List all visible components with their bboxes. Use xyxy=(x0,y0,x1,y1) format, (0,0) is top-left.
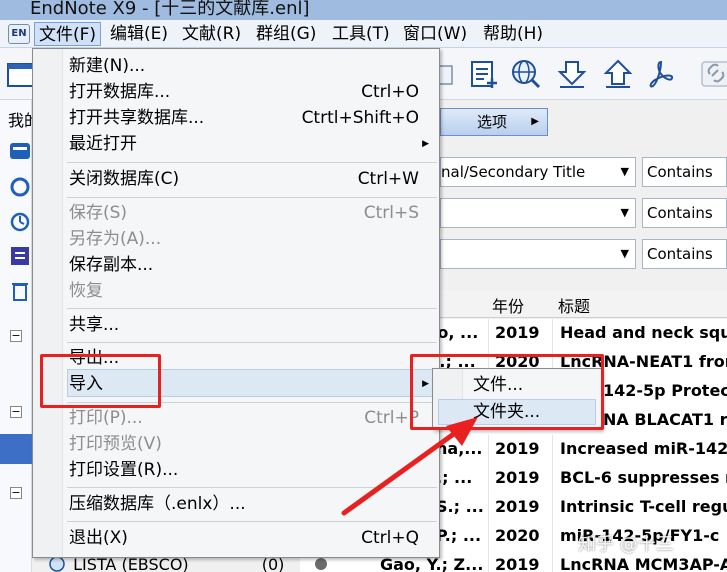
search-condition-select-3[interactable]: Contains xyxy=(642,239,727,269)
shortcut-save: Ctrl+S xyxy=(363,203,419,223)
all-references-icon[interactable] xyxy=(9,140,31,162)
window-title: EndNote X9 - [十三的文献库.enl] xyxy=(30,0,310,19)
selected-group-row[interactable] xyxy=(0,434,32,464)
chevron-down-icon: ▼ xyxy=(620,165,629,178)
search-condition-select-2[interactable]: Contains xyxy=(642,198,727,228)
year-cell: 2019 xyxy=(495,555,540,572)
author-cell: na,... xyxy=(436,439,483,458)
column-header-year[interactable]: 年份 xyxy=(492,293,524,317)
menu-item-print: 打印(P)... xyxy=(69,408,143,428)
title-cell: Intrinsic T-cell regul xyxy=(560,497,727,516)
menu-item-print-preview: 打印预览(V) xyxy=(69,434,162,454)
title-cell: Increased miR-142-3 xyxy=(560,439,727,458)
author-cell: .; ... xyxy=(436,468,473,487)
search-condition-select-1[interactable]: Contains xyxy=(642,157,727,187)
menu-item-open-library[interactable]: 打开数据库... xyxy=(69,79,170,105)
search-field-select-2[interactable]: ▼ xyxy=(440,198,636,228)
menu-item-open-shared-library[interactable]: 打开共享数据库... xyxy=(69,105,204,131)
menu-help[interactable]: 帮助(H) xyxy=(479,22,547,46)
menu-item-open-recent[interactable]: 最近打开 xyxy=(69,131,137,157)
title-bar: EndNote X9 - [十三的文献库.enl] xyxy=(0,0,727,20)
year-cell: 2019 xyxy=(495,468,540,487)
search-field-select-3[interactable]: ▼ xyxy=(440,239,636,269)
author-cell: P.; ... xyxy=(436,526,482,545)
year-cell: 2019 xyxy=(495,323,540,342)
sync-status-icon[interactable] xyxy=(9,176,31,198)
recently-added-icon[interactable] xyxy=(9,211,31,233)
menu-item-share[interactable]: 共享... xyxy=(69,312,119,338)
title-cell: LncRNA MCM3AP-A xyxy=(560,555,727,572)
menu-file[interactable]: 文件(F) xyxy=(34,22,102,46)
menu-item-save: 保存(S) xyxy=(69,203,128,223)
chevron-right-icon: ▶ xyxy=(531,116,539,127)
annotation-box-submenu xyxy=(410,354,604,430)
shortcut-open-library: Ctrl+O xyxy=(361,82,419,102)
menu-item-print-setup[interactable]: 打印设置(R)... xyxy=(69,457,178,483)
link-icon[interactable] xyxy=(700,58,727,90)
menu-item-compress-library[interactable]: 压缩数据库（.enlx）... xyxy=(69,491,246,517)
year-cell: 2019 xyxy=(495,497,540,516)
title-cell: NA BLACAT1 r xyxy=(603,410,727,429)
file-menu-dropdown: 新建(N)... 打开数据库... Ctrl+O 打开共享数据库... Ctrt… xyxy=(32,48,440,558)
shortcut-exit: Ctrl+Q xyxy=(361,528,419,548)
unfiled-icon[interactable] xyxy=(9,245,31,267)
menu-references[interactable]: 文献(R) xyxy=(178,22,245,46)
tree-collapse-icon[interactable]: − xyxy=(10,330,22,342)
menu-item-revert: 恢复 xyxy=(69,281,103,301)
search-field-value: nal/Secondary Title xyxy=(441,163,586,181)
title-cell: 142-5p Protect xyxy=(603,381,727,400)
status-dot-icon xyxy=(315,558,327,570)
import-download-icon[interactable] xyxy=(556,58,588,90)
trash-icon[interactable] xyxy=(9,280,31,302)
year-cell: 2020 xyxy=(495,526,540,545)
annotation-box-import xyxy=(40,354,161,408)
menu-item-close-library[interactable]: 关闭数据库(C) xyxy=(69,166,179,192)
shortcut-open-shared-library: Ctrtl+Shift+O xyxy=(301,108,419,128)
menu-item-save-as: 另存为(A)... xyxy=(69,229,162,249)
chevron-down-icon: ▼ xyxy=(620,206,629,219)
title-cell: BCL-6 suppresses m xyxy=(560,468,727,487)
globe-icon xyxy=(48,556,68,572)
menu-tools[interactable]: 工具(T) xyxy=(328,22,394,46)
menu-item-exit[interactable]: 退出(X) xyxy=(69,525,128,551)
menu-groups[interactable]: 群组(G) xyxy=(252,22,320,46)
menu-window[interactable]: 窗口(W) xyxy=(399,22,471,46)
export-upload-icon[interactable] xyxy=(602,58,634,90)
options-button[interactable]: 选项 ▶ xyxy=(440,108,548,136)
title-cell: Head and neck squa xyxy=(560,323,727,342)
tree-collapse-icon[interactable]: − xyxy=(10,487,22,499)
options-button-label: 选项 xyxy=(477,113,508,131)
endnote-app-icon[interactable]: EN xyxy=(8,24,30,44)
menu-item-save-copy[interactable]: 保存副本... xyxy=(69,252,153,278)
menu-edit[interactable]: 编辑(E) xyxy=(106,22,172,46)
author-cell: S.; ... xyxy=(436,497,484,516)
search-field-select-1[interactable]: nal/Secondary Title ▼ xyxy=(440,157,636,187)
year-cell: 2019 xyxy=(495,439,540,458)
reference-table-header: 年份 标题 xyxy=(440,290,727,318)
find-full-text-pdf-icon[interactable] xyxy=(645,58,677,90)
column-header-title[interactable]: 标题 xyxy=(558,293,590,317)
tree-collapse-icon[interactable]: − xyxy=(10,406,22,418)
shortcut-close-library: Ctrl+W xyxy=(357,169,419,189)
menu-item-new[interactable]: 新建(N)... xyxy=(69,53,145,79)
new-reference-icon[interactable] xyxy=(468,58,500,90)
submenu-arrow-icon: ▶ xyxy=(422,139,429,149)
chevron-down-icon: ▼ xyxy=(620,247,629,260)
online-search-globe-icon[interactable] xyxy=(510,58,542,90)
watermark: 知乎 @十三 xyxy=(578,534,674,555)
